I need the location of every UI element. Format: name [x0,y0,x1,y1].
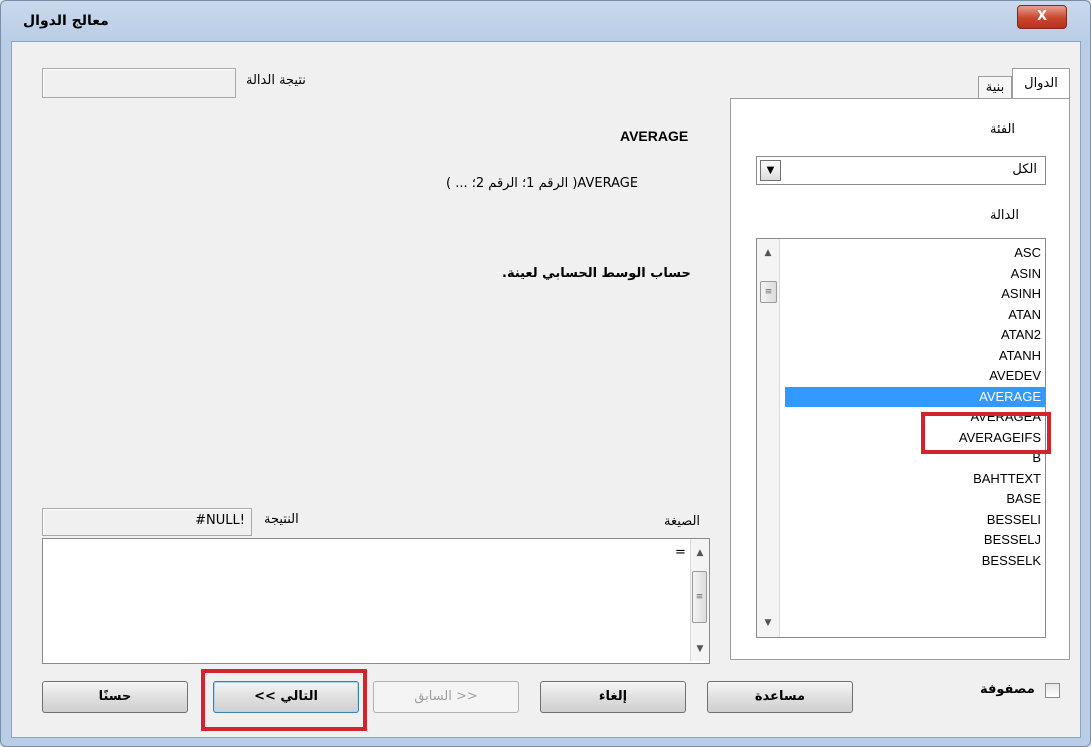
window-title: معالج الدوال [23,13,109,29]
function-list-item[interactable]: AVERAGEA [785,407,1045,428]
tab-functions[interactable]: الدوال [1012,68,1070,100]
scroll-thumb[interactable]: ≡ [760,281,777,303]
title-bar: معالج الدوال X [1,1,1090,41]
formula-scrollbar[interactable]: ▲ ≡ ▼ [690,539,709,661]
result-label: النتيجة [264,512,299,527]
scroll-up-icon[interactable]: ▲ [692,545,708,561]
tab-structure[interactable]: بنية [978,76,1012,100]
array-checkbox[interactable] [1045,683,1060,698]
function-list-item[interactable]: BESSELI [785,510,1045,531]
formula-value: = [675,545,686,560]
function-list-scrollbar[interactable]: ▲ ≡ ▼ [757,239,780,637]
function-list-item[interactable]: ASIN [785,264,1045,285]
formula-input[interactable]: = ▲ ≡ ▼ [42,538,710,664]
function-list-item[interactable]: BESSELK [785,551,1045,572]
close-button[interactable]: X [1017,5,1067,29]
function-list-item[interactable]: B [785,448,1045,469]
function-list-label: الدالة [990,208,1019,223]
result-field: #NULL! [42,508,252,536]
formula-label: الصيغة [664,514,701,529]
array-checkbox-label: مصفوفة [980,682,1035,697]
ok-button[interactable]: حسنًا [42,681,188,713]
function-name-heading: AVERAGE [620,128,689,144]
function-list-item[interactable]: AVERAGEIFS [785,428,1045,449]
function-description: حساب الوسط الحسابي لعينة. [502,266,691,281]
function-result-field [42,68,236,98]
cancel-button[interactable]: إلغاء [540,681,686,713]
result-value: #NULL! [195,513,245,528]
function-list-item[interactable]: ATAN2 [785,325,1045,346]
function-list-item[interactable]: BAHTTEXT [785,469,1045,490]
chevron-down-icon[interactable]: ▼ [760,160,781,181]
function-list-item[interactable]: ASINH [785,284,1045,305]
function-syntax: AVERAGE( الرقم 1؛ الرقم 2؛ ... ) [446,176,639,191]
function-list-item[interactable]: BASE [785,489,1045,510]
back-button: << السابق [373,681,519,713]
function-list-item[interactable]: ATAN [785,305,1045,326]
function-list[interactable]: ▲ ≡ ▼ ASC ASIN ASINH ATAN ATAN2 ATANH AVEDEV AV… [756,238,1046,638]
help-button[interactable]: مساعدة [707,681,853,713]
function-list-items: ASC ASIN ASINH ATAN ATAN2 ATANH AVEDEV AVERAGE A… [785,243,1045,571]
function-result-label: نتيجة الدالة [246,73,306,88]
scroll-thumb[interactable]: ≡ [692,571,707,623]
function-list-item[interactable]: BESSELJ [785,530,1045,551]
category-label: الفئة [990,122,1016,137]
function-list-item[interactable]: AVERAGE [785,386,1045,407]
scroll-down-icon[interactable]: ▼ [692,641,708,657]
function-list-item[interactable]: AVEDEV [785,366,1045,387]
category-select[interactable]: الكل ▼ [756,156,1046,185]
function-list-item[interactable]: ASC [785,243,1045,264]
scroll-up-icon[interactable]: ▲ [760,245,776,261]
function-list-item[interactable]: ATANH [785,346,1045,367]
next-button[interactable]: التالي >> [213,681,359,713]
scroll-down-icon[interactable]: ▼ [760,615,776,631]
category-selected-value: الكل [1012,162,1037,177]
